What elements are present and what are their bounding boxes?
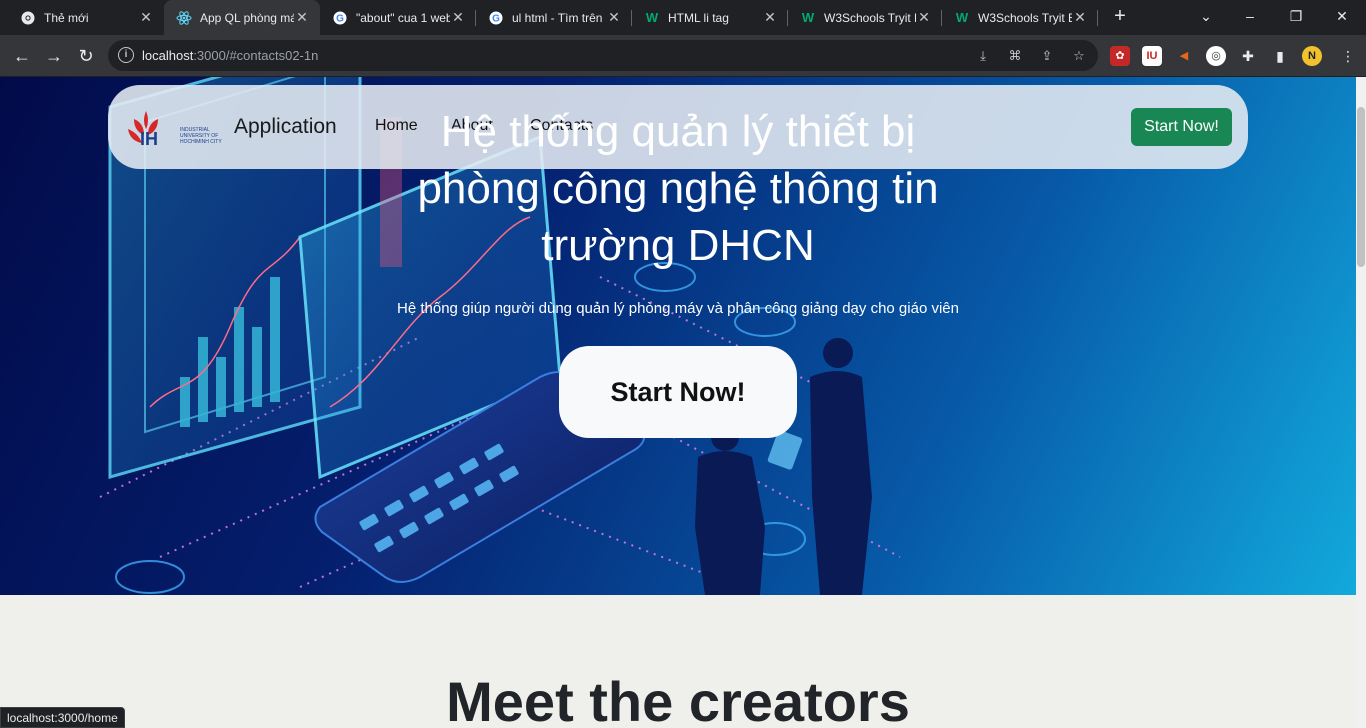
hero-start-button[interactable]: Start Now! <box>559 346 797 438</box>
bookmark-star-icon[interactable]: ☆ <box>1070 47 1088 65</box>
extension-iuh-icon[interactable]: IU <box>1142 46 1162 66</box>
tab-title: "about" cua 1 web <box>356 10 450 25</box>
tab-title: HTML li tag <box>668 10 729 25</box>
share-icon[interactable]: ⇪ <box>1038 47 1056 65</box>
browser-toolbar: ← → ↻ i localhost:3000/#contacts02-1n ⤓ … <box>0 35 1366 77</box>
new-tab-icon[interactable]: + <box>1108 4 1132 28</box>
close-tab-icon[interactable]: ✕ <box>1072 9 1088 26</box>
w3schools-icon: W <box>955 10 969 25</box>
tab-title: W3Schools Tryit Editor <box>978 10 1072 25</box>
svg-text:G: G <box>492 13 500 24</box>
google-icon: G <box>332 10 348 26</box>
menu-kebab-icon[interactable]: ⋮ <box>1338 46 1358 66</box>
close-window-icon[interactable]: ✕ <box>1322 4 1362 28</box>
university-logo: IH INDUSTRIAL UNIVERSITY OF HOCHIMINH CI… <box>128 111 222 149</box>
install-icon[interactable]: ⤓ <box>974 47 992 65</box>
tab-separator <box>1097 10 1098 26</box>
hero-subtitle: Hệ thống giúp người dùng quản lý phòng m… <box>397 300 959 317</box>
hero-section: IH INDUSTRIAL UNIVERSITY OF HOCHIMINH CI… <box>0 77 1356 595</box>
svg-text:IH: IH <box>140 129 158 149</box>
tab-tryit-1[interactable]: W W3Schools Tryit Editor ✕ <box>788 0 942 35</box>
scrollbar-thumb[interactable] <box>1357 107 1365 267</box>
creators-section-title: Meet the creators <box>446 670 910 728</box>
tab-title: ul html - Tìm trên Google <box>512 10 606 25</box>
minimize-icon[interactable]: – <box>1230 4 1270 28</box>
tab-about-search[interactable]: G "about" cua 1 web ✕ <box>320 0 476 35</box>
url-text[interactable]: localhost:3000/#contacts02-1n <box>142 48 318 63</box>
restore-icon[interactable]: ❐ <box>1276 4 1316 28</box>
close-tab-icon[interactable]: ✕ <box>450 9 466 26</box>
translate-icon[interactable]: ⌘ <box>1006 47 1024 65</box>
extension-speaker-icon[interactable]: ◀ <box>1174 46 1194 66</box>
tab-html-li[interactable]: W HTML li tag ✕ <box>632 0 788 35</box>
back-icon[interactable]: ← <box>8 42 36 70</box>
close-tab-icon[interactable]: ✕ <box>606 9 622 26</box>
close-tab-icon[interactable]: ✕ <box>138 9 154 26</box>
tab-new-tab[interactable]: Thẻ mới ✕ <box>8 0 164 35</box>
extensions-puzzle-icon[interactable]: ✚ <box>1238 46 1258 66</box>
navbar-start-button[interactable]: Start Now! <box>1131 108 1232 146</box>
tab-tryit-2[interactable]: W W3Schools Tryit Editor ✕ <box>942 0 1098 35</box>
extension-red-icon[interactable]: ✿ <box>1110 46 1130 66</box>
tab-app-ql[interactable]: App QL phòng máy ✕ <box>164 0 320 35</box>
tab-ul-html[interactable]: G ul html - Tìm trên Google ✕ <box>476 0 632 35</box>
profile-avatar-icon[interactable]: N <box>1302 46 1322 66</box>
react-icon <box>176 10 192 26</box>
close-tab-icon[interactable]: ✕ <box>294 9 310 26</box>
brand-name[interactable]: Application <box>234 115 337 139</box>
side-panel-icon[interactable]: ▮ <box>1270 46 1290 66</box>
forward-icon[interactable]: → <box>40 42 68 70</box>
site-info-icon[interactable]: i <box>118 47 134 63</box>
tab-title: Thẻ mới <box>44 10 89 25</box>
svg-text:HOCHIMINH CITY: HOCHIMINH CITY <box>180 139 222 145</box>
extension-circle-icon[interactable]: ◎ <box>1206 46 1226 66</box>
page-viewport: IH INDUSTRIAL UNIVERSITY OF HOCHIMINH CI… <box>0 77 1356 728</box>
status-bar-link: localhost:3000/home <box>0 707 125 728</box>
hero-title: Hệ thống quản lý thiết bị phòng công ngh… <box>417 107 939 270</box>
close-tab-icon[interactable]: ✕ <box>916 9 932 26</box>
address-bar[interactable]: i localhost:3000/#contacts02-1n ⤓ ⌘ ⇪ ☆ <box>108 40 1098 71</box>
tab-strip: Thẻ mới ✕ App QL phòng máy ✕ G "about" c… <box>0 0 1366 35</box>
w3schools-icon: W <box>801 10 815 25</box>
tab-title: W3Schools Tryit Editor <box>824 10 916 25</box>
tab-search-icon[interactable]: ⌄ <box>1186 4 1226 28</box>
close-tab-icon[interactable]: ✕ <box>762 9 778 26</box>
google-icon: G <box>488 10 504 26</box>
reload-icon[interactable]: ↻ <box>72 42 100 70</box>
tab-title: App QL phòng máy <box>200 10 294 25</box>
svg-text:G: G <box>336 13 344 24</box>
page-scrollbar[interactable] <box>1356 77 1366 728</box>
chrome-icon <box>20 10 36 26</box>
w3schools-icon: W <box>645 10 659 25</box>
